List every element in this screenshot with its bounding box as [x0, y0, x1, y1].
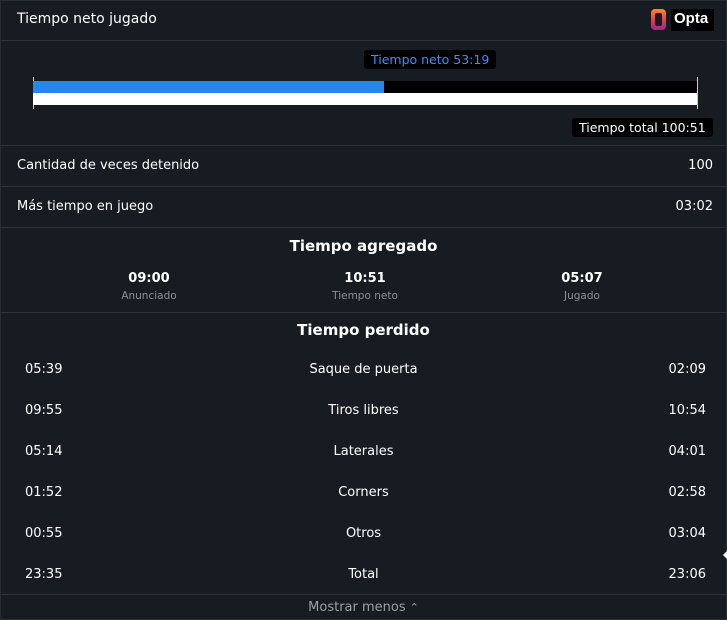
lost-time-row: 05:14 Laterales 04:01	[1, 444, 726, 464]
stat-label: Cantidad de veces detenido	[17, 158, 200, 173]
lost-time-row: 00:55 Otros 03:04	[1, 526, 726, 546]
lost-time-category: Tiros libres	[328, 403, 399, 418]
opta-logo: Opta	[651, 9, 715, 31]
added-time-played: 05:07 Jugado	[502, 271, 662, 302]
lost-time-away: 23:06	[668, 567, 706, 582]
net-time-bar	[33, 81, 697, 105]
lost-time-category: Corners	[338, 485, 389, 500]
net-time-bar-fill	[33, 81, 385, 93]
lost-time-away: 02:58	[668, 485, 706, 500]
lost-time-category: Total	[348, 567, 379, 582]
stat-caption: Anunciado	[121, 290, 177, 302]
lost-time-row: 05:39 Saque de puerta 02:09	[1, 362, 726, 382]
stat-number: 10:51	[344, 271, 386, 286]
stat-value: 100	[688, 158, 713, 173]
stat-row-stoppages: Cantidad de veces detenido 100	[1, 146, 726, 187]
stat-value: 03:02	[675, 199, 713, 214]
lost-time-away: 10:54	[668, 403, 706, 418]
show-less-button[interactable]: Mostrar menos ⌃	[1, 594, 726, 620]
lost-time-away: 02:09	[668, 362, 706, 377]
chevron-up-icon: ⌃	[409, 601, 419, 614]
lost-time-row: 01:52 Corners 02:58	[1, 485, 726, 505]
widget-header: Tiempo neto jugado Opta	[1, 1, 726, 41]
added-time-announced: 09:00 Anunciado	[69, 271, 229, 302]
added-time-title: Tiempo agregado	[289, 237, 438, 255]
added-time-net: 10:51 Tiempo neto	[285, 271, 445, 302]
net-time-widget: Tiempo neto jugado Opta Tiempo neto 53:1…	[0, 0, 727, 620]
opta-logo-wordmark: Opta	[671, 9, 714, 31]
stat-caption: Jugado	[564, 290, 600, 302]
widget-title: Tiempo neto jugado	[17, 11, 157, 27]
stat-number: 09:00	[128, 271, 170, 286]
added-time-section: Tiempo agregado 09:00 Anunciado 10:51 Ti…	[1, 228, 726, 313]
lost-time-away: 03:04	[668, 526, 706, 541]
scroll-indicator-icon	[723, 550, 727, 560]
opta-logo-mark-icon	[651, 9, 666, 30]
lost-time-category: Otros	[345, 526, 382, 541]
stat-number: 05:07	[561, 271, 603, 286]
lost-time-category: Saque de puerta	[309, 362, 418, 377]
total-time-label: Tiempo total 100:51	[572, 118, 713, 137]
net-time-bar-section: Tiempo neto 53:19 Tiempo total 100:51	[1, 41, 726, 146]
bar-end-tick	[697, 77, 698, 109]
lost-time-row: 09:55 Tiros libres 10:54	[1, 403, 726, 423]
lost-time-away: 04:01	[668, 444, 706, 459]
stat-row-longest-play: Más tiempo en juego 03:02	[1, 187, 726, 228]
lost-time-total-row: 23:35 Total 23:06	[1, 567, 726, 587]
net-time-label: Tiempo neto 53:19	[364, 50, 497, 69]
stat-label: Más tiempo en juego	[17, 199, 154, 214]
lost-time-title: Tiempo perdido	[297, 321, 430, 339]
stat-caption: Tiempo neto	[332, 290, 398, 302]
lost-time-category: Laterales	[333, 444, 394, 459]
show-less-label: Mostrar menos	[308, 600, 406, 615]
